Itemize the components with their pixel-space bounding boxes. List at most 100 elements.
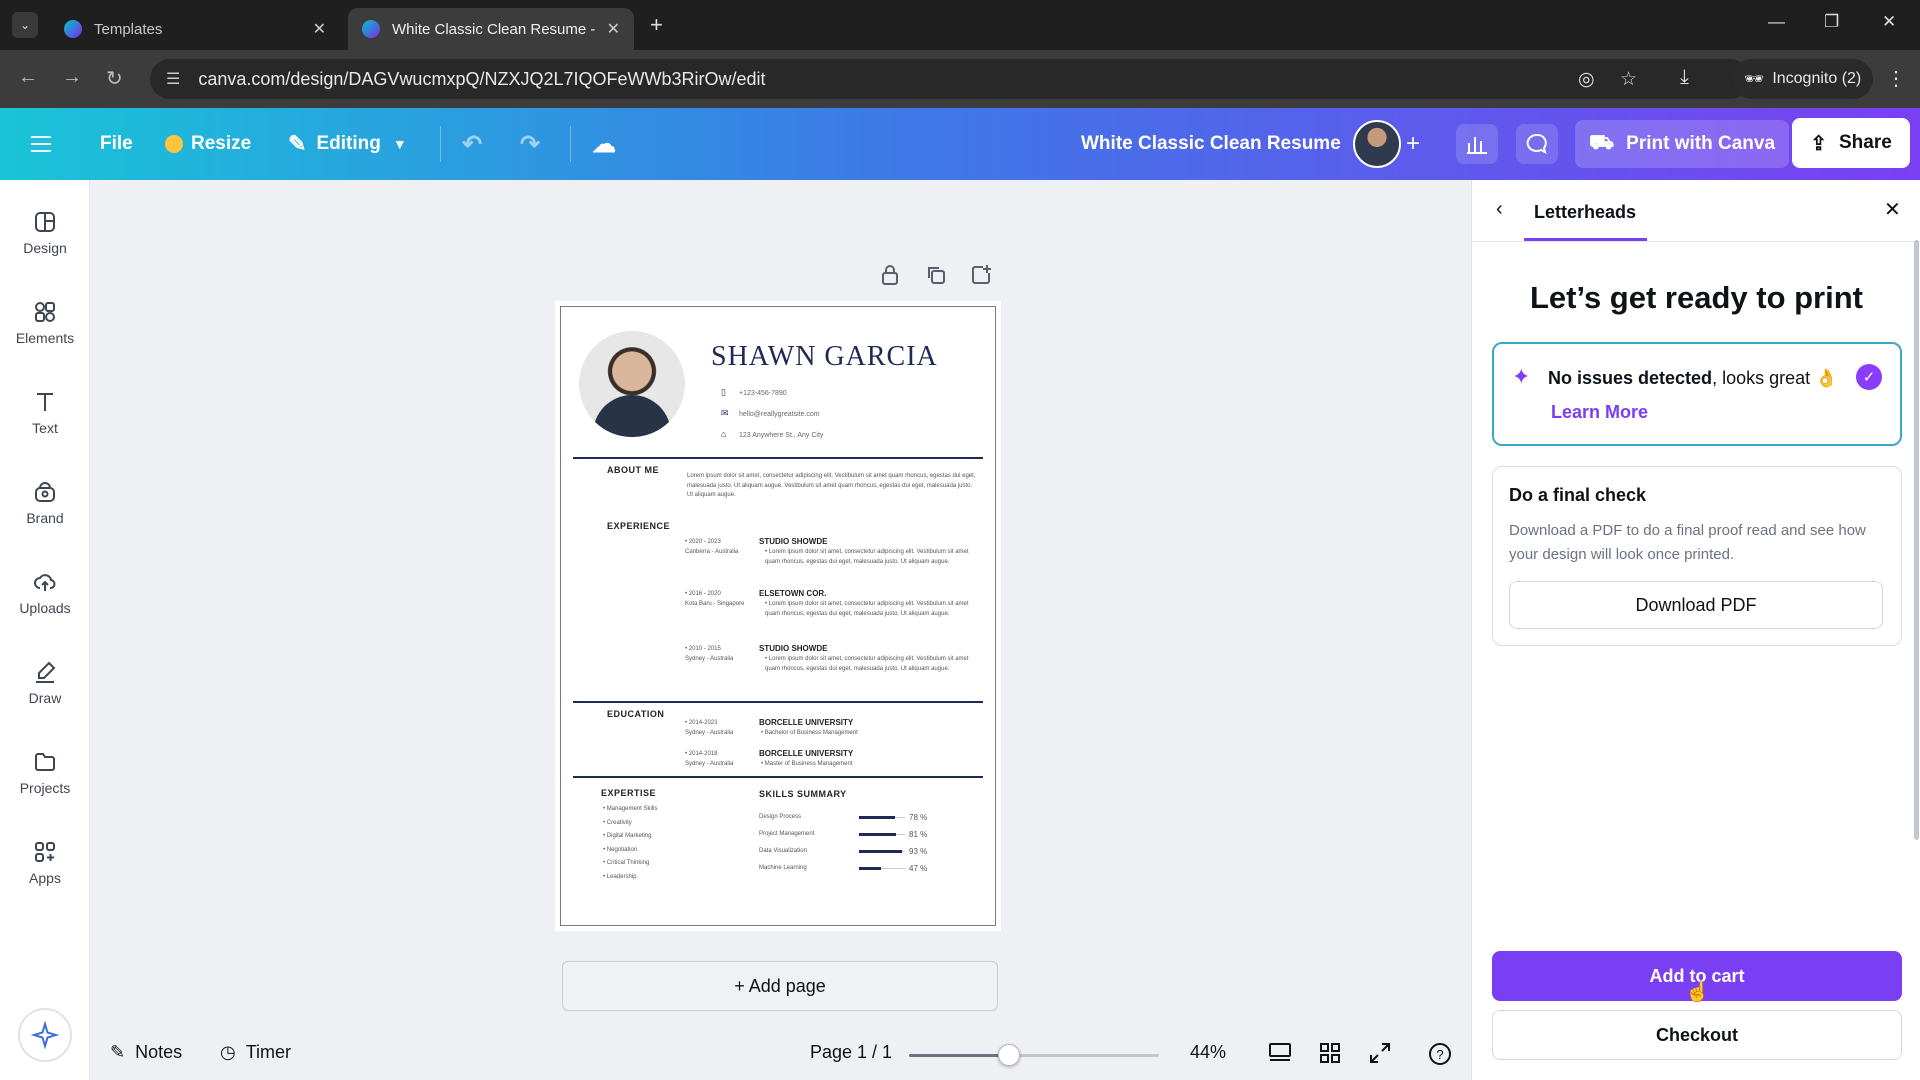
close-panel-icon[interactable]: ✕ <box>1884 197 1901 222</box>
experience-years[interactable]: • 2010 - 2015 Sydney - Australia <box>685 645 759 664</box>
experience-text[interactable]: • Lorem ipsum dolor sit amet, consectetu… <box>765 600 977 619</box>
insights-chart-icon[interactable] <box>1456 124 1498 164</box>
duplicate-page-icon[interactable] <box>925 264 947 291</box>
check-circle-icon: ✓ <box>1856 364 1882 390</box>
svg-text:?: ? <box>1436 1047 1443 1062</box>
sidebar-item-text[interactable]: Text <box>0 390 90 436</box>
page-indicator[interactable]: Page 1 / 1 <box>810 1042 892 1063</box>
resume-name[interactable]: SHAWN GARCIA <box>711 341 938 373</box>
education-school[interactable]: BORCELLE UNIVERSITY <box>759 718 853 727</box>
experience-years[interactable]: • 2016 - 2020 Kota Baru - Singapore <box>685 590 761 609</box>
timer-button[interactable]: ◷ Timer <box>220 1042 291 1063</box>
download-pdf-button[interactable]: Download PDF <box>1509 581 1883 629</box>
print-with-canva-button[interactable]: ⛟ Print with Canva <box>1575 120 1790 168</box>
new-tab-icon[interactable]: + <box>650 12 663 38</box>
site-info-icon[interactable]: ☰ <box>166 69 180 89</box>
section-divider <box>573 701 983 703</box>
comment-icon[interactable] <box>1516 124 1558 164</box>
add-page-icon[interactable] <box>970 264 992 291</box>
sidebar-item-projects[interactable]: Projects <box>0 750 90 796</box>
main-menu-icon[interactable] <box>30 108 52 180</box>
checkout-button[interactable]: Checkout <box>1492 1010 1902 1060</box>
about-heading[interactable]: ABOUT ME <box>607 465 659 475</box>
resume-page[interactable]: SHAWN GARCIA ▯ +123-456-7890 ✉ hello@reall… <box>555 301 1001 931</box>
experience-company[interactable]: ELSETOWN COR. <box>759 589 826 598</box>
redo-icon[interactable]: ↷ <box>520 108 540 180</box>
user-avatar[interactable] <box>1353 120 1401 168</box>
page-view-icon[interactable] <box>1268 1042 1292 1064</box>
education-degree[interactable]: • Bachelor of Business Management <box>761 729 973 739</box>
zoom-slider-handle[interactable] <box>998 1044 1020 1066</box>
reload-icon[interactable]: ↻ <box>106 66 123 91</box>
profile-photo[interactable] <box>579 331 685 437</box>
resize-button[interactable]: Resize <box>165 108 251 180</box>
back-icon[interactable]: ← <box>18 66 38 89</box>
zoom-slider[interactable] <box>909 1054 1159 1057</box>
bookmark-star-icon[interactable]: ☆ <box>1620 68 1637 91</box>
fullscreen-icon[interactable] <box>1369 1042 1391 1064</box>
learn-more-link[interactable]: Learn More <box>1551 402 1648 423</box>
sidebar-item-uploads[interactable]: Uploads <box>0 570 90 616</box>
zoom-level[interactable]: 44% <box>1190 1042 1226 1063</box>
browser-tab-resume[interactable]: White Classic Clean Resume - A ✕ <box>348 8 634 50</box>
add-page-button[interactable]: + Add page <box>562 961 998 1011</box>
expertise-heading[interactable]: EXPERTISE <box>601 788 656 798</box>
education-school[interactable]: BORCELLE UNIVERSITY <box>759 749 853 758</box>
print-label: Print with Canva <box>1626 133 1776 154</box>
help-icon[interactable]: ? <box>1428 1042 1452 1066</box>
sidebar-item-label: Projects <box>19 780 71 796</box>
magic-assistant-button[interactable] <box>18 1008 72 1062</box>
experience-company[interactable]: STUDIO SHOWDE <box>759 644 827 653</box>
education-years[interactable]: • 2014-2018 Sydney - Australia <box>685 750 759 769</box>
experience-years[interactable]: • 2020 - 2023 Canberra - Australia <box>685 538 759 557</box>
sidebar-item-draw[interactable]: Draw <box>0 660 90 706</box>
notes-button[interactable]: ✎ Notes <box>110 1042 182 1063</box>
resume-email[interactable]: ✉ hello@reallygreatsite.com <box>721 408 820 419</box>
browser-tab-bar: ⌄ Templates ✕ White Classic Clean Resume… <box>0 0 1920 50</box>
grid-view-icon[interactable] <box>1319 1042 1341 1064</box>
download-icon[interactable]: ⤓ <box>1680 66 1689 89</box>
browser-tab-templates[interactable]: Templates ✕ <box>50 8 340 50</box>
left-sidebar: Design Elements Text Brand Uploads Draw … <box>0 180 90 1080</box>
experience-text[interactable]: • Lorem ipsum dolor sit amet, consectetu… <box>765 655 977 674</box>
lock-icon[interactable] <box>880 264 900 291</box>
education-degree[interactable]: • Master of Business Management <box>761 760 973 770</box>
browser-menu-icon[interactable]: ⋮ <box>1886 66 1906 91</box>
back-chevron-icon[interactable]: ‹ <box>1496 198 1503 221</box>
panel-scrollbar[interactable] <box>1914 240 1919 840</box>
minimize-icon[interactable]: — <box>1768 12 1785 32</box>
expertise-list[interactable]: • Management Skills • Creativity • Digit… <box>603 803 713 884</box>
close-tab-icon[interactable]: ✕ <box>607 19 620 39</box>
file-menu[interactable]: File <box>100 108 133 180</box>
url-bar[interactable]: ☰ canva.com/design/DAGVwucmxpQ/NZXJQ2L7I… <box>150 59 1750 99</box>
skills-heading[interactable]: SKILLS SUMMARY <box>759 789 847 799</box>
experience-heading[interactable]: EXPERIENCE <box>607 521 670 531</box>
sidebar-item-elements[interactable]: Elements <box>0 300 90 346</box>
share-button[interactable]: ⇪ Share <box>1792 118 1910 168</box>
apps-grid-icon <box>35 842 55 862</box>
sidebar-item-design[interactable]: Design <box>0 210 90 256</box>
resume-address[interactable]: ⌂ 123 Anywhere St., Any City <box>721 429 823 439</box>
experience-text[interactable]: • Lorem ipsum dolor sit amet, consectetu… <box>765 548 977 567</box>
eye-off-icon[interactable]: ◎ <box>1578 68 1595 91</box>
tab-title: Templates <box>94 20 163 38</box>
undo-icon[interactable]: ↶ <box>462 108 482 180</box>
sidebar-item-brand[interactable]: Brand <box>0 480 90 526</box>
education-years[interactable]: • 2014-2023 Sydney - Australia <box>685 719 759 738</box>
sidebar-item-apps[interactable]: Apps <box>0 840 90 886</box>
incognito-button[interactable]: 🕶 Incognito (2) <box>1732 59 1874 99</box>
tab-letterheads[interactable]: Letterheads <box>1534 202 1636 223</box>
editing-mode-dropdown[interactable]: ✎ Editing ▼ <box>288 108 407 180</box>
document-title[interactable]: White Classic Clean Resume <box>1081 108 1341 180</box>
window-close-icon[interactable]: ✕ <box>1882 12 1896 32</box>
forward-icon[interactable]: → <box>62 66 82 89</box>
restore-icon[interactable]: ❐ <box>1824 12 1839 32</box>
cloud-save-icon[interactable]: ☁ <box>592 108 616 180</box>
experience-company[interactable]: STUDIO SHOWDE <box>759 537 827 546</box>
tab-search-dropdown[interactable]: ⌄ <box>12 12 38 38</box>
about-text[interactable]: Lorem ipsum dolor sit amet, consectetur … <box>687 472 977 501</box>
resume-phone[interactable]: ▯ +123-456-7890 <box>721 387 787 398</box>
add-collaborator-icon[interactable]: + <box>1406 108 1420 180</box>
close-tab-icon[interactable]: ✕ <box>313 19 326 39</box>
education-heading[interactable]: EDUCATION <box>607 709 664 719</box>
